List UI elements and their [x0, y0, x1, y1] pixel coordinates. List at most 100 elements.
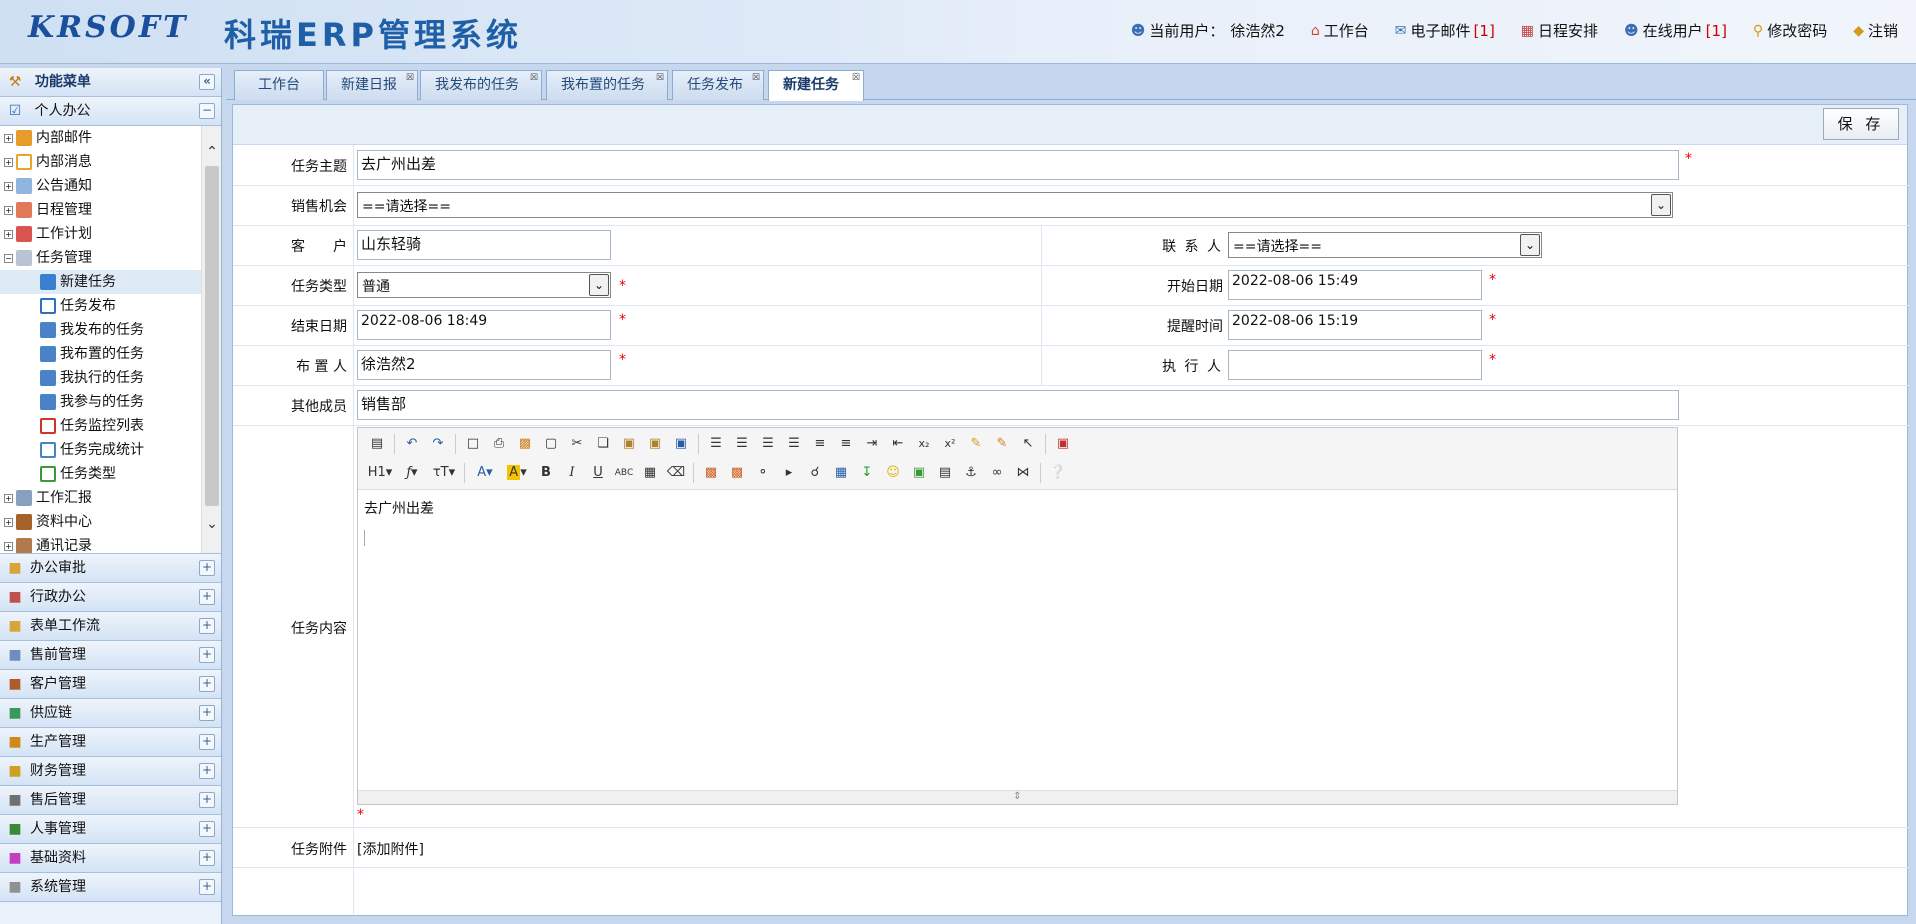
section-item[interactable]: ■ 生产管理 +	[0, 728, 221, 757]
schedule-link[interactable]: ▦ 日程安排	[1521, 20, 1598, 41]
superscript-icon[interactable]: x²	[937, 432, 963, 456]
paste-icon[interactable]: ▣	[616, 432, 642, 456]
section-item[interactable]: ■ 行政办公 +	[0, 583, 221, 612]
image-gallery-icon[interactable]: ▣	[906, 461, 932, 485]
chevron-down-icon[interactable]: ⌄	[589, 274, 609, 296]
expand-icon[interactable]: +	[4, 181, 13, 191]
expand-section-button[interactable]: +	[199, 560, 215, 576]
members-textarea[interactable]: 销售部	[357, 390, 1679, 420]
font-size-icon[interactable]: τT▾	[428, 461, 460, 485]
customer-input[interactable]: 山东轻骑	[357, 230, 611, 260]
collapse-sidebar-button[interactable]: «	[199, 74, 215, 90]
paste-word-icon[interactable]: ▣	[668, 432, 694, 456]
task-type-select[interactable]: 普通 ⌄	[357, 272, 611, 298]
bold-icon[interactable]: B	[533, 461, 559, 485]
subscript-icon[interactable]: x₂	[911, 432, 937, 456]
logout-link[interactable]: ◆ 注销	[1853, 20, 1898, 41]
opportunity-select[interactable]: ==请选择== ⌄	[357, 192, 1673, 218]
print-icon[interactable]: ⎙	[486, 432, 512, 456]
insert-table-icon[interactable]: ▦	[828, 461, 854, 485]
font-family-icon[interactable]: ƒ▾	[396, 461, 428, 485]
section-item[interactable]: ■ 财务管理 +	[0, 757, 221, 786]
expand-section-button[interactable]: +	[199, 734, 215, 750]
heading-icon[interactable]: H1▾	[364, 461, 396, 485]
expand-section-button[interactable]: +	[199, 792, 215, 808]
tree-item-task-publish[interactable]: 任务发布	[0, 294, 221, 318]
attachment-icon[interactable]: ☌	[802, 461, 828, 485]
section-item[interactable]: ■ 系统管理 +	[0, 873, 221, 902]
section-item[interactable]: ■ 售后管理 +	[0, 786, 221, 815]
remind-time-input[interactable]: 2022-08-06 15:19	[1228, 310, 1482, 340]
collapse-section-button[interactable]: −	[199, 103, 215, 119]
tree-item-my-published[interactable]: 我发布的任务	[0, 318, 221, 342]
executor-input[interactable]	[1228, 350, 1482, 380]
close-icon[interactable]: ☒	[656, 72, 664, 84]
select-all-icon[interactable]: ✎	[989, 432, 1015, 456]
tab-task-publish[interactable]: 任务发布 ☒	[672, 70, 764, 100]
scrollbar-thumb[interactable]	[205, 166, 219, 506]
close-icon[interactable]: ☒	[530, 72, 538, 84]
assigner-input[interactable]: 徐浩然2	[357, 350, 611, 380]
cut-icon[interactable]: ✂	[564, 432, 590, 456]
fullscreen-icon[interactable]: ▣	[1050, 432, 1076, 456]
collapse-icon[interactable]: −	[4, 253, 13, 263]
section-item[interactable]: ■ 供应链 +	[0, 699, 221, 728]
section-item[interactable]: ■ 售前管理 +	[0, 641, 221, 670]
tree-item-internal-msg[interactable]: + 内部消息	[0, 150, 221, 174]
insert-multi-image-icon[interactable]: ▩	[724, 461, 750, 485]
undo-icon[interactable]: ↶	[399, 432, 425, 456]
tree-item-schedule[interactable]: + 日程管理	[0, 198, 221, 222]
template-icon[interactable]: ▩	[512, 432, 538, 456]
expand-icon[interactable]: +	[4, 157, 13, 167]
workbench-link[interactable]: ⌂ 工作台	[1311, 20, 1369, 41]
scroll-down-icon[interactable]: ⌄	[205, 516, 219, 532]
outdent-icon[interactable]: ⇤	[885, 432, 911, 456]
tab-my-assigned-tasks[interactable]: 我布置的任务 ☒	[546, 70, 668, 100]
close-icon[interactable]: ☒	[852, 72, 860, 84]
online-users-link[interactable]: ☻ 在线用户 [1]	[1624, 20, 1727, 41]
tab-workbench[interactable]: 工作台	[234, 70, 324, 100]
paste-text-icon[interactable]: ▣	[642, 432, 668, 456]
expand-icon[interactable]: +	[4, 133, 13, 143]
media-icon[interactable]: ▸	[776, 461, 802, 485]
tree-scrollbar[interactable]: ⌃ ⌄	[201, 126, 221, 553]
anchor-icon[interactable]: ⚓	[958, 461, 984, 485]
expand-icon[interactable]: +	[4, 517, 13, 527]
tree-item-contacts[interactable]: + 通讯记录	[0, 534, 221, 553]
tree-item-new-task[interactable]: 新建任务	[0, 270, 221, 294]
italic-icon[interactable]: I	[559, 461, 585, 485]
end-date-input[interactable]: 2022-08-06 18:49	[357, 310, 611, 340]
save-button[interactable]: 保 存	[1823, 108, 1899, 140]
section-item[interactable]: ■ 办公审批 +	[0, 554, 221, 583]
clear-format-icon[interactable]: ✎	[963, 432, 989, 456]
expand-icon[interactable]: +	[4, 493, 13, 503]
scroll-up-icon[interactable]: ⌃	[205, 144, 219, 160]
change-password-link[interactable]: ⚲ 修改密码	[1753, 20, 1827, 41]
insert-hr-icon[interactable]: ↧	[854, 461, 880, 485]
close-icon[interactable]: ☒	[752, 72, 760, 84]
expand-icon[interactable]: +	[4, 229, 13, 239]
chevron-down-icon[interactable]: ⌄	[1520, 234, 1540, 256]
flash-icon[interactable]: ⚬	[750, 461, 776, 485]
tab-my-published-tasks[interactable]: 我发布的任务 ☒	[420, 70, 542, 100]
expand-section-button[interactable]: +	[199, 705, 215, 721]
close-icon[interactable]: ☒	[406, 72, 414, 84]
subject-input[interactable]: 去广州出差	[357, 150, 1679, 180]
preview-icon[interactable]: □	[460, 432, 486, 456]
eraser-icon[interactable]: ⌫	[663, 461, 689, 485]
expand-icon[interactable]: +	[4, 541, 13, 551]
expand-section-button[interactable]: +	[199, 879, 215, 895]
email-link[interactable]: ✉ 电子邮件 [1]	[1395, 20, 1495, 41]
pagebreak-icon[interactable]: ▤	[932, 461, 958, 485]
font-color-icon[interactable]: A▾	[469, 461, 501, 485]
section-personal-office[interactable]: ☑ 个人办公 −	[0, 97, 221, 126]
expand-icon[interactable]: +	[4, 205, 13, 215]
code-icon[interactable]: ▢	[538, 432, 564, 456]
section-item[interactable]: ■ 表单工作流 +	[0, 612, 221, 641]
expand-section-button[interactable]: +	[199, 589, 215, 605]
tree-item-my-executed[interactable]: 我执行的任务	[0, 366, 221, 390]
expand-section-button[interactable]: +	[199, 821, 215, 837]
underline-icon[interactable]: U	[585, 461, 611, 485]
section-item[interactable]: ■ 人事管理 +	[0, 815, 221, 844]
tree-item-data-center[interactable]: + 资料中心	[0, 510, 221, 534]
